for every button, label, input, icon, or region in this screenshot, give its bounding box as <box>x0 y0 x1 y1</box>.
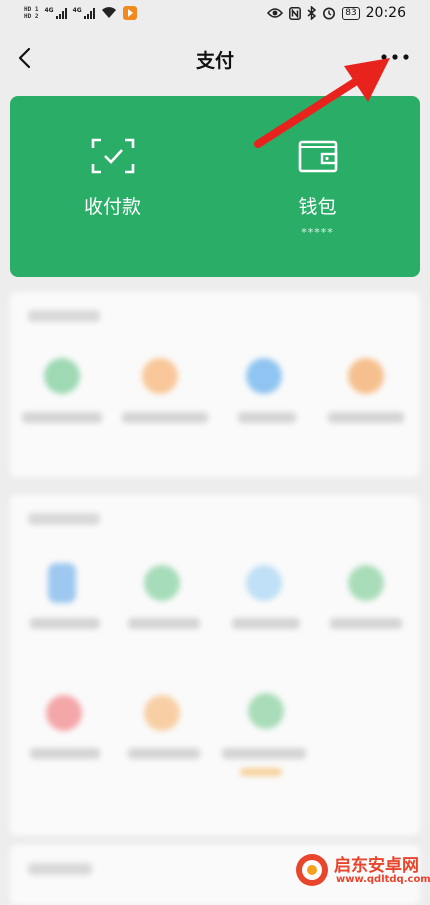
service-icon[interactable] <box>144 565 180 601</box>
watermark-logo-icon <box>296 854 328 886</box>
service-label-placeholder <box>30 748 100 759</box>
service-label-placeholder <box>128 748 200 759</box>
service-label-placeholder <box>330 618 402 629</box>
service-icon[interactable] <box>44 358 80 394</box>
service-icon[interactable] <box>144 695 180 731</box>
hd-indicator: HD 1 HD 2 <box>24 6 38 20</box>
service-label-placeholder <box>128 618 200 629</box>
service-icon[interactable] <box>246 565 282 601</box>
section-title-placeholder <box>28 863 92 875</box>
watermark-name: 启东安卓网 <box>334 856 419 876</box>
wallet-balance-masked: ***** <box>301 226 334 239</box>
service-icon[interactable] <box>248 693 284 729</box>
annotation-arrow <box>254 58 390 148</box>
promo-badge-placeholder <box>240 768 282 776</box>
watermark-url: www.qdltdq.com <box>336 874 430 885</box>
signal-icon <box>55 7 67 19</box>
wifi-icon <box>101 7 116 19</box>
section-title-placeholder <box>28 310 100 322</box>
service-label-placeholder <box>22 412 102 423</box>
status-right: 83 20:26 <box>267 5 406 21</box>
battery-indicator: 83 <box>342 6 360 20</box>
eye-icon <box>267 8 284 18</box>
service-icon[interactable] <box>46 695 82 731</box>
status-left: HD 1 HD 2 4G 4G <box>24 6 137 20</box>
service-label-placeholder <box>222 748 306 759</box>
services-panel-2 <box>10 495 420 835</box>
service-label-placeholder <box>30 618 100 629</box>
network-type-1: 4G <box>44 6 54 14</box>
services-panel-1 <box>10 292 420 477</box>
service-icon[interactable] <box>348 565 384 601</box>
scan-check-icon <box>91 138 134 174</box>
clock: 20:26 <box>365 5 406 21</box>
bluetooth-icon <box>307 6 317 20</box>
service-label-placeholder <box>328 412 404 423</box>
collect-pay-button[interactable]: 收付款 <box>10 96 215 277</box>
watermark: 启东安卓网 www.qdltdq.com <box>294 850 430 890</box>
signal-icon <box>83 7 95 19</box>
hd2-label: HD 2 <box>24 13 39 20</box>
service-icon[interactable] <box>246 358 282 394</box>
service-icon[interactable] <box>142 358 178 394</box>
network-type-2: 4G <box>72 6 82 14</box>
alarm-icon <box>323 7 336 20</box>
service-icon[interactable] <box>48 563 76 603</box>
service-label-placeholder <box>238 412 296 423</box>
hd1-label: HD 1 <box>24 6 39 13</box>
service-label-placeholder <box>122 412 208 423</box>
collect-pay-label: 收付款 <box>83 196 141 218</box>
nfc-icon <box>289 6 302 20</box>
app-notification-icon <box>122 6 137 20</box>
status-bar: HD 1 HD 2 4G 4G 83 20:26 <box>0 0 430 30</box>
service-icon[interactable] <box>348 358 384 394</box>
section-title-placeholder <box>28 513 100 525</box>
wallet-label: 钱包 <box>298 196 337 218</box>
service-label-placeholder <box>232 618 300 629</box>
